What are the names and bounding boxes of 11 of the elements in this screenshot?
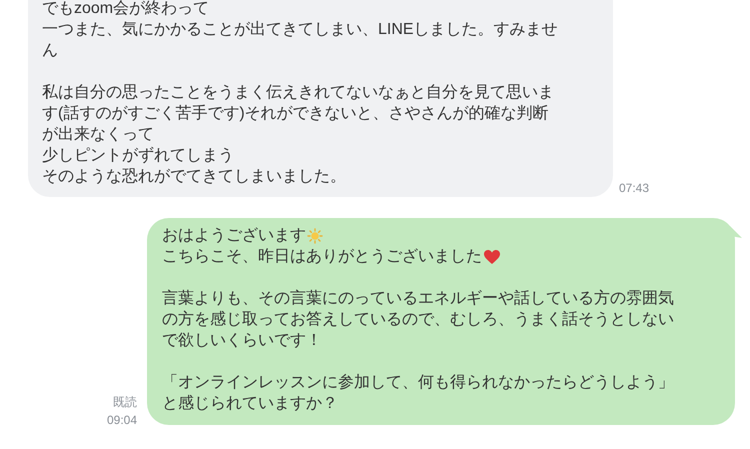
message-time: 09:04	[106, 412, 137, 429]
message-text: 言葉よりも、その言葉にのっているエネルギーや話している方の雰囲気 の方を感じ取ってお答えしているので、むしろ、うまく話そうとしない で欲しいくらいです！	[162, 288, 675, 351]
sun-icon	[307, 228, 323, 244]
message-time: 07:43	[619, 180, 650, 197]
message-text: こちらこそ、昨日はありがとうございました	[162, 247, 482, 267]
message-text: おはようございます	[162, 226, 306, 246]
message-text: でもzoom会が終わって 一つまた、気にかかることが出てきてしまい、LINEしました。すみませ ん	[42, 0, 559, 61]
read-receipt: 既読	[113, 394, 137, 411]
heart-icon	[483, 248, 501, 264]
message-text: 「オンラインレッスンに参加して、何も得られなかったらどうしよう」 と感じられていますか？	[162, 372, 675, 414]
message-text: 私は自分の思ったことをうまく伝えきれてないなぁと自分を見て思いま す(話すのがすごく苦手です)それができないと、さやさんが的確な判断 が出来なくって 少しピントがずれてしまう そのような恐れがでてきてしまいました。	[42, 83, 555, 187]
